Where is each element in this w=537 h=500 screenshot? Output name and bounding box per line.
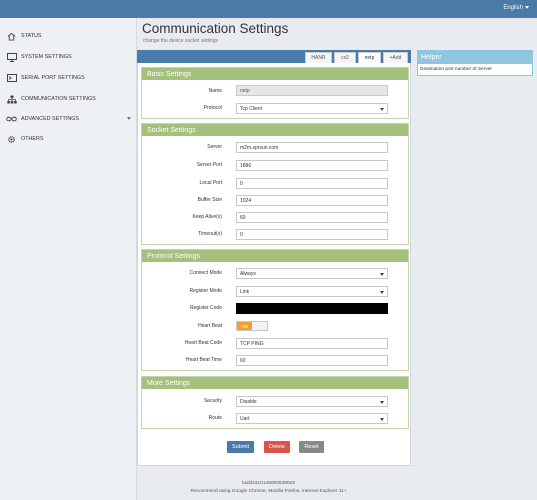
heart-beat-code-label: Heart Beat Code	[184, 340, 222, 346]
toggle-on-state: ON	[237, 322, 252, 330]
server-port-input[interactable]: 1886	[236, 160, 388, 171]
sidebar-item-others[interactable]: OTHERS	[0, 129, 137, 149]
delete-button[interactable]: Delete	[264, 441, 290, 453]
security-select[interactable]: Disable	[236, 396, 388, 407]
sidebar-item-label: SYSTEM SETTINGS	[21, 54, 72, 60]
connect-mode-value: Always	[240, 270, 256, 277]
protocol-label: Protocol	[203, 105, 222, 111]
server-label: Server	[207, 144, 222, 150]
server-port-label: Server Port	[196, 162, 222, 168]
register-code-input[interactable]	[236, 303, 388, 314]
socket-settings-section: Socket Settings Server m2m.sprsun.com Se…	[141, 123, 409, 245]
helper-text: Destination port number of Server	[420, 67, 492, 72]
keep-alive-label: Keep Alive(s)	[142, 214, 222, 220]
timeout-text: Timeout	[198, 231, 217, 237]
register-mode-value: Link	[240, 288, 250, 295]
sidebar-item-label: ADVANCED SETTINGS	[21, 116, 80, 122]
heart-beat-toggle[interactable]: ON	[236, 321, 268, 331]
sidebar-item-label: STATUS	[21, 33, 42, 39]
section-heading: Protocol Settings	[142, 250, 408, 262]
connect-mode-label: Connect Mode	[189, 270, 222, 276]
heart-beat-time-label: Heart Beat Time	[185, 357, 222, 363]
home-icon	[6, 32, 17, 41]
name-field: netp	[236, 85, 388, 96]
route-value: Uart	[240, 415, 250, 422]
chevron-down-icon	[380, 418, 384, 421]
register-mode-label: Register Mode	[189, 288, 222, 294]
page-subtitle: change the device socket settings	[143, 38, 219, 44]
chevron-down-icon	[525, 5, 529, 9]
protocol-value: Tcp Client	[240, 105, 262, 112]
network-icon	[6, 95, 17, 104]
protocol-select[interactable]: Tcp Client	[236, 103, 388, 114]
sidebar-item-label: SERIAL PORT SETTINGS	[21, 75, 85, 81]
heart-beat-label: Heart Beat	[198, 323, 222, 329]
keep-alive-input[interactable]: 60	[236, 212, 388, 223]
helper-panel: Helper Destination port number of Server	[417, 50, 533, 76]
terminal-icon	[6, 74, 17, 83]
name-label: Name	[208, 88, 222, 94]
gear-icon	[6, 135, 17, 144]
reset-button[interactable]: Reset	[299, 441, 324, 453]
protocol-settings-section: Protocol Settings Connect Mode Always Re…	[141, 249, 409, 371]
infinity-icon	[6, 115, 17, 124]
connect-mode-select[interactable]: Always	[236, 268, 388, 279]
chevron-down-icon	[127, 117, 131, 120]
security-value: Disable	[240, 398, 257, 405]
buffer-size-label: Buffer Size	[197, 197, 222, 203]
top-bar: English	[0, 0, 537, 18]
chevron-down-icon	[380, 108, 384, 111]
keep-alive-text: Keep Alive	[192, 214, 217, 220]
section-heading: More Settings	[142, 377, 408, 389]
section-heading: Socket Settings	[142, 124, 408, 136]
sidebar-item-advanced-settings[interactable]: ADVANCED SETTINGS	[0, 109, 137, 129]
chevron-down-icon	[380, 401, 384, 404]
tab-hanr[interactable]: HANR	[305, 52, 332, 63]
section-heading: Basic Settings	[142, 68, 408, 80]
more-settings-section: More Settings Security Disable Route Uar…	[141, 376, 409, 429]
sidebar: STATUS SYSTEM SETTINGS SERIAL PORT SETTI…	[0, 18, 137, 500]
register-mode-select[interactable]: Link	[236, 286, 388, 297]
helper-heading: Helper	[418, 51, 532, 64]
heart-beat-code-input[interactable]: TCP PING	[236, 338, 388, 349]
language-selector[interactable]: English	[503, 5, 529, 11]
route-label: Route	[208, 415, 222, 421]
settings-panel: Basic Settings Name netp Protocol Tcp Cl…	[137, 63, 411, 466]
timeout-label: Timeout(s)	[142, 231, 222, 237]
local-port-input[interactable]: 0	[236, 178, 388, 189]
page-title: Communication Settings	[142, 21, 289, 36]
local-port-label: Local Port	[199, 180, 222, 186]
sidebar-item-system-settings[interactable]: SYSTEM SETTINGS	[0, 47, 137, 67]
buffer-size-input[interactable]: 1024	[236, 195, 388, 206]
tab-add[interactable]: +Add	[383, 52, 408, 63]
tab-netp[interactable]: netp	[358, 52, 381, 63]
language-label: English	[503, 5, 523, 11]
monitor-icon	[6, 52, 17, 62]
browser-recommendation: Recommend using Google Chrome, Mozilla F…	[190, 489, 347, 494]
sidebar-item-label: OTHERS	[21, 136, 44, 142]
sidebar-item-label: COMMUNICATION SETTINGS	[21, 96, 96, 102]
tab-bar: HANR cs2 netp +Add	[137, 50, 411, 63]
timeout-unit: (s)	[216, 231, 222, 237]
server-input[interactable]: m2m.sprsun.com	[236, 142, 388, 153]
submit-button[interactable]: Submit	[227, 441, 254, 453]
route-select[interactable]: Uart	[236, 413, 388, 424]
sidebar-item-communication-settings[interactable]: COMMUNICATION SETTINGS	[0, 89, 137, 109]
sidebar-item-serial-port-settings[interactable]: SERIAL PORT SETTINGS	[0, 68, 137, 88]
register-code-label: Register Code	[190, 305, 222, 311]
security-label: Security	[203, 398, 222, 404]
heart-beat-time-input[interactable]: 60	[236, 355, 388, 366]
chevron-down-icon	[380, 273, 384, 276]
timeout-input[interactable]: 0	[236, 229, 388, 240]
build-info: build2310145000538029	[242, 481, 295, 486]
sidebar-item-status[interactable]: STATUS	[0, 26, 137, 46]
basic-settings-section: Basic Settings Name netp Protocol Tcp Cl…	[141, 67, 409, 119]
chevron-down-icon	[380, 291, 384, 294]
keep-alive-unit: (s)	[216, 214, 222, 220]
tab-cs2[interactable]: cs2	[334, 52, 356, 63]
